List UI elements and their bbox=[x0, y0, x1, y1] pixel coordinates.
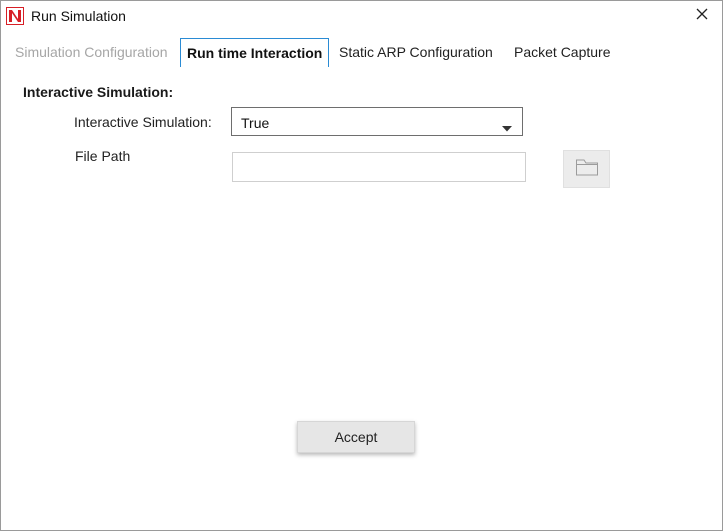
chevron-down-icon bbox=[502, 119, 512, 132]
section-title: Interactive Simulation: bbox=[23, 84, 174, 100]
file-path-label: File Path bbox=[75, 148, 131, 164]
browse-folder-button[interactable] bbox=[563, 150, 610, 188]
accept-button[interactable]: Accept bbox=[297, 421, 415, 453]
folder-icon bbox=[575, 157, 599, 182]
title-bar: Run Simulation bbox=[1, 1, 722, 31]
tab-simulation-configuration[interactable]: Simulation Configuration bbox=[9, 38, 174, 66]
window-title: Run Simulation bbox=[31, 8, 126, 24]
interactive-simulation-select[interactable]: True bbox=[231, 107, 523, 136]
tab-packet-capture[interactable]: Packet Capture bbox=[508, 38, 617, 66]
tab-run-time-interaction[interactable]: Run time Interaction bbox=[180, 38, 330, 67]
close-icon bbox=[696, 7, 708, 25]
file-path-input[interactable] bbox=[232, 152, 526, 182]
interactive-simulation-value: True bbox=[241, 115, 270, 131]
netsim-logo-icon bbox=[6, 7, 24, 25]
tab-strip: Simulation Configuration Run time Intera… bbox=[9, 38, 649, 67]
close-button[interactable] bbox=[682, 1, 722, 31]
interactive-simulation-label: Interactive Simulation: bbox=[74, 114, 212, 130]
run-simulation-dialog: Run Simulation Simulation Configuration … bbox=[0, 0, 723, 531]
tab-static-arp-configuration[interactable]: Static ARP Configuration bbox=[333, 38, 499, 66]
